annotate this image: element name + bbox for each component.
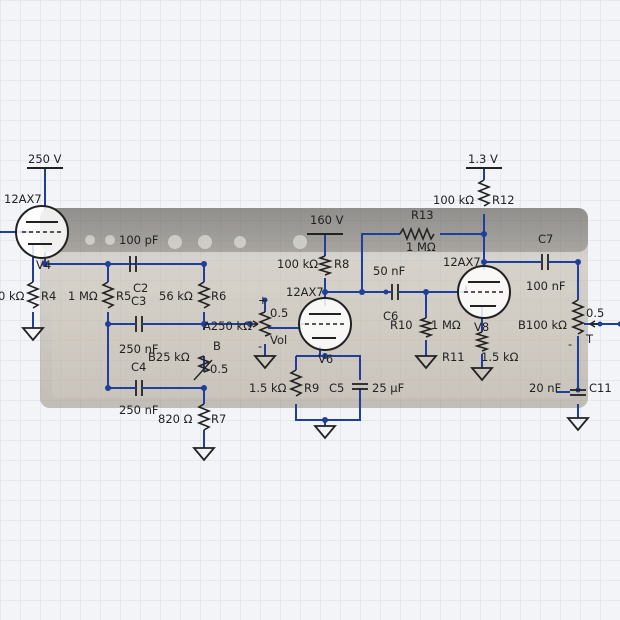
tube-v6-type: 12AX7 [286,285,324,299]
tube-v4[interactable] [15,205,69,259]
bass-pot-tag: B [213,339,221,353]
c7-value: 100 nF [526,279,566,293]
r10-ref: R10 [390,318,413,332]
r6-value: 56 kΩ [159,289,193,303]
svg-text:-: - [258,339,262,353]
c2-ref: C2 [133,281,148,295]
c5-ref: C5 [329,381,344,395]
c2-value: 100 pF [119,233,159,247]
c3-ref: C3 [131,294,146,308]
r13-ref: R13 [411,208,434,222]
output-pot-tag: T [585,332,594,346]
treble-pot-value: A250 kΩ [203,319,252,333]
r7-ref: R7 [211,412,226,426]
vol-wiper: 0.5 [270,306,288,320]
bass-pot-wiper: 0.5 [210,362,228,376]
r7-value: 820 Ω [158,412,193,426]
c4-value: 250 nF [119,403,159,417]
r12-ref: R12 [492,193,515,207]
vol-label: Vol [270,333,287,347]
r13-value: 1 MΩ [406,240,436,254]
supply-label-left: 250 V [28,152,62,166]
r10-value: 1 MΩ [431,318,461,332]
c11-value: 20 nF [529,381,561,395]
tube-v4-type: 12AX7 [4,192,42,206]
supply-label-right: 1.3 V [468,152,498,166]
tube-v6[interactable] [298,297,352,351]
schematic-canvas: +- - 250 V 160 V 1.3 V 12AX7 V4 12AX7 V6 … [0,0,620,620]
r8-ref: R8 [334,257,349,271]
r9-ref: R9 [304,381,319,395]
r8-value: 100 kΩ [277,257,318,271]
bass-pot-value: B25 kΩ [148,350,190,364]
r6-ref: R6 [211,289,226,303]
tube-v8[interactable] [457,265,511,319]
r5-value: 1 MΩ [68,289,98,303]
r11-ref: R11 [442,350,465,364]
c5-value: 25 µF [372,381,404,395]
tube-v4-ref: V4 [36,258,51,272]
r4-value: 0 kΩ [0,289,25,303]
svg-text:-: - [568,337,572,351]
tube-v8-ref: V8 [474,320,489,334]
c4-ref: C4 [131,360,146,374]
output-pot-wiper: 0.5 [586,306,604,320]
tube-v8-type: 12AX7 [443,255,481,269]
svg-text:+: + [258,293,268,307]
tube-v6-ref: V6 [318,352,333,366]
c7-ref: C7 [538,232,553,246]
r5-ref: R5 [116,289,131,303]
c6-value: 50 nF [373,264,405,278]
output-pot-value: B100 kΩ [518,318,567,332]
r12-value: 100 kΩ [433,193,474,207]
r9-value: 1.5 kΩ [249,381,287,395]
r11-value: 1.5 kΩ [481,350,519,364]
supply-label-middle: 160 V [310,213,344,227]
r4-ref: R4 [41,289,56,303]
c11-ref: C11 [589,381,612,395]
